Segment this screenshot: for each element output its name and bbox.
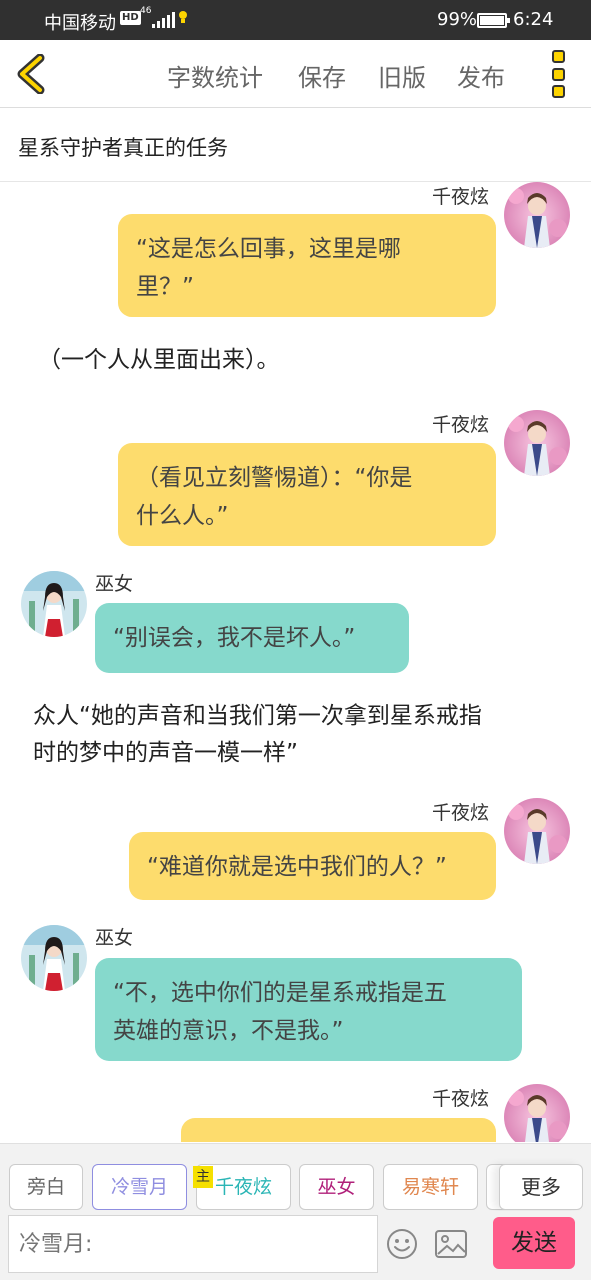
speaker-name: 千夜炫 — [432, 1088, 490, 1110]
emoji-icon[interactable] — [386, 1228, 418, 1260]
signal-icon — [152, 12, 175, 28]
message-bubble[interactable] — [181, 1118, 496, 1142]
speaker-name: 巫女 — [95, 927, 134, 949]
main-character-badge: 主 — [193, 1166, 213, 1188]
status-bar: 中国移动 HD 46 99% 6:24 — [0, 0, 591, 40]
story-title-row[interactable]: 星系守护者真正的任务 — [0, 108, 591, 182]
narration-text[interactable]: 众人“她的声音和当我们第一次拿到星系戒指 时的梦中的声音一模一样” — [33, 698, 482, 772]
avatar-wunv[interactable] — [21, 571, 87, 637]
more-roles-button[interactable]: 更多 — [499, 1164, 583, 1210]
narration-text[interactable]: （一个人从里面出来）。 — [38, 342, 280, 379]
top-toolbar: 字数统计 保存 旧版 发布 — [0, 40, 591, 108]
message-bubble[interactable]: “这是怎么回事，这里是哪 里？” — [118, 214, 496, 317]
message-text-line: 里？” — [136, 274, 194, 300]
avatar-wunv[interactable] — [21, 925, 87, 991]
clock: 6:24 — [513, 9, 554, 30]
send-button[interactable]: 发送 — [493, 1217, 575, 1269]
carrier-label: 中国移动 — [44, 13, 116, 34]
narration-line: 众人“她的声音和当我们第一次拿到星系戒指 — [33, 703, 482, 729]
message-text-line: “难道你就是选中我们的人？” — [147, 854, 447, 880]
save-button[interactable]: 保存 — [298, 58, 346, 93]
message-bubble[interactable]: （看见立刻警惕道）：“你是 什么人。” — [118, 443, 496, 546]
role-tab-narrator[interactable]: 旁白 — [9, 1164, 83, 1210]
message-bubble[interactable]: “不，选中你们的是星系戒指是五 英雄的意识，不是我。” — [95, 958, 522, 1061]
speaker-name: 千夜炫 — [432, 414, 490, 436]
image-icon[interactable] — [434, 1229, 468, 1259]
message-input[interactable] — [8, 1215, 378, 1273]
avatar-qianyexuan[interactable] — [504, 798, 570, 864]
role-tab-wunv[interactable]: 巫女 — [299, 1164, 374, 1210]
publish-button[interactable]: 发布 — [457, 58, 505, 93]
avatar-qianyexuan[interactable] — [504, 410, 570, 476]
battery-percent: 99% — [437, 9, 478, 30]
message-bubble[interactable]: “难道你就是选中我们的人？” — [129, 832, 496, 900]
back-chevron-icon[interactable] — [14, 54, 50, 94]
message-text-line: 英雄的意识，不是我。” — [113, 1018, 344, 1044]
role-tab-yihanxuan[interactable]: 易寒轩 — [383, 1164, 478, 1210]
speaker-name: 巫女 — [95, 573, 134, 595]
role-tab-lengxueyue[interactable]: 冷雪月 — [92, 1164, 187, 1210]
speaker-name: 千夜炫 — [432, 802, 490, 824]
chat-area[interactable]: 千夜炫 “这是怎么回事，这里是哪 里？” （一个人从里面出来）。 千夜炫 （看见… — [0, 182, 591, 1142]
word-count-button[interactable]: 字数统计 — [167, 58, 263, 93]
avatar-qianyexuan[interactable] — [504, 182, 570, 248]
message-text-line: （看见立刻警惕道）：“你是 — [136, 465, 413, 491]
speaker-name: 千夜炫 — [432, 186, 490, 208]
story-title: 星系守护者真正的任务 — [18, 136, 228, 160]
hd-badge: HD — [120, 11, 141, 25]
message-text-line: 什么人。” — [136, 503, 229, 529]
more-menu-icon[interactable] — [549, 50, 569, 98]
message-text-line: “这是怎么回事，这里是哪 — [136, 236, 401, 262]
role-selector-bar: 旁白 冷雪月 千夜炫 主 巫女 易寒轩 更多 — [0, 1143, 591, 1211]
network-type: 46 — [140, 6, 152, 16]
input-bar: 发送 — [0, 1211, 591, 1280]
message-text-line: “不，选中你们的是星系戒指是五 — [113, 980, 447, 1006]
battery-icon — [477, 13, 510, 28]
message-bubble[interactable]: “别误会，我不是坏人。” — [95, 603, 409, 673]
message-text-line: “别误会，我不是坏人。” — [113, 625, 356, 651]
old-version-button[interactable]: 旧版 — [378, 58, 426, 93]
avatar-qianyexuan[interactable] — [504, 1084, 570, 1142]
lightbulb-icon — [179, 11, 187, 23]
narration-line: 时的梦中的声音一模一样” — [33, 740, 298, 766]
